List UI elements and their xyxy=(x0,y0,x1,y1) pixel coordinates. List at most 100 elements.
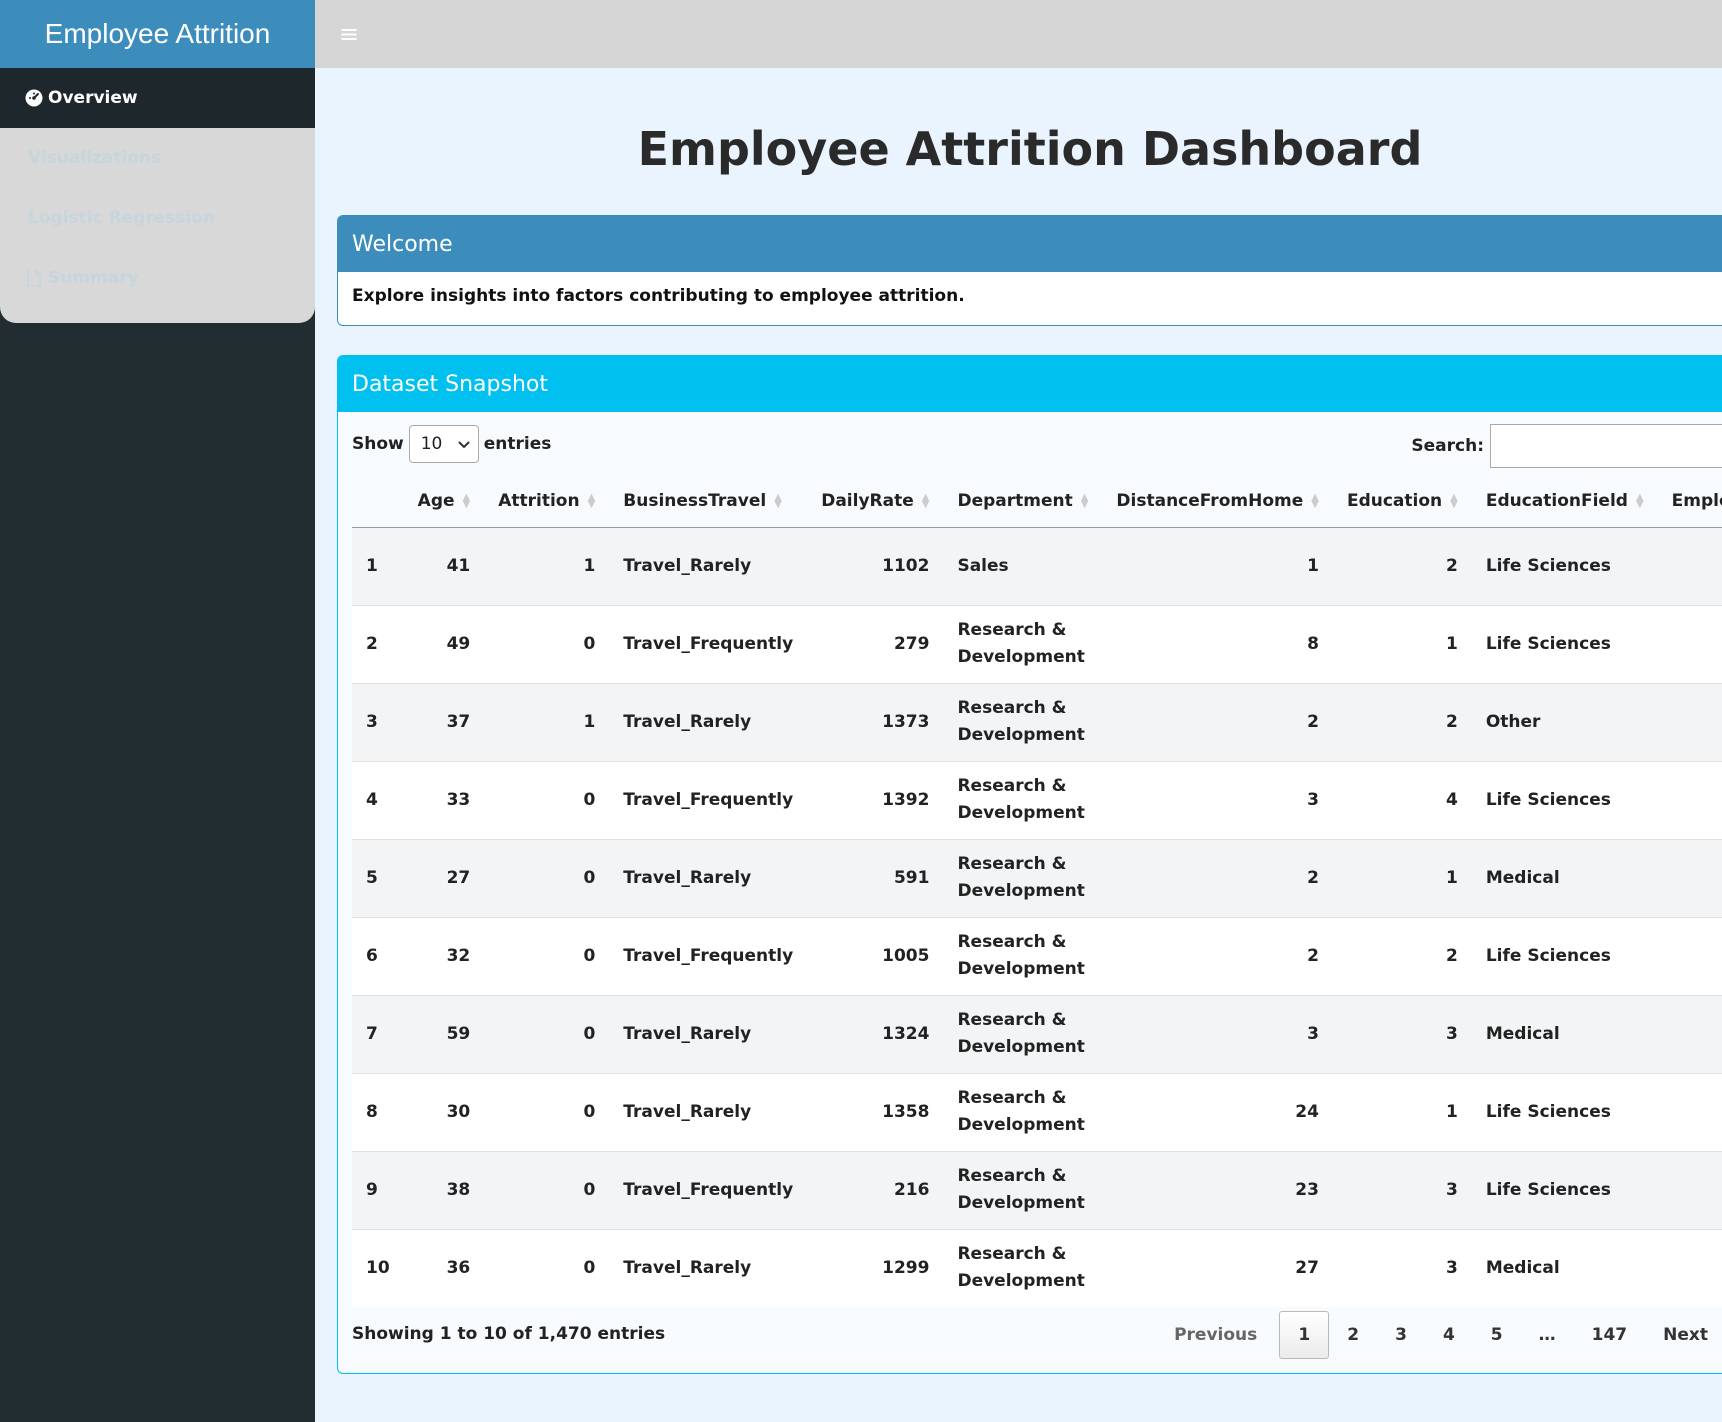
chevron-down-icon xyxy=(458,434,470,454)
table-cell: 23 xyxy=(1102,1150,1333,1229)
dataset-snapshot-header: Dataset Snapshot xyxy=(338,356,1722,412)
table-row[interactable]: 8 30 0 Travel_Rarely 1358 Research & Developm… xyxy=(352,1072,1722,1151)
page-button[interactable]: 1 xyxy=(1279,1311,1330,1359)
table-cell: 0 xyxy=(484,916,610,995)
table-cell: 1 xyxy=(1332,1072,1472,1151)
welcome-text: Explore insights into factors contributi… xyxy=(352,286,965,306)
table-row[interactable]: 2 49 0 Travel_Frequently 279 Research & Devel… xyxy=(352,604,1722,683)
table-row[interactable]: 7 59 0 Travel_Rarely 1324 Research & Developm… xyxy=(352,994,1722,1073)
table-cell: 2 xyxy=(1102,838,1333,917)
hamburger-menu-icon[interactable]: ≡ xyxy=(335,20,363,48)
table-cell: Travel_Rarely xyxy=(609,838,808,917)
sidebar-item-visualizations[interactable]: Visualizations xyxy=(0,128,315,188)
table-cell: 30 xyxy=(403,1072,485,1151)
column-header[interactable]: Age ▲ ▼ xyxy=(403,476,485,528)
page-button[interactable]: 2 xyxy=(1329,1311,1377,1359)
sort-icon: ▲ ▼ xyxy=(1450,492,1458,511)
search-input[interactable] xyxy=(1490,424,1722,468)
table-cell: 3 xyxy=(1332,1150,1472,1229)
app-brand[interactable]: Employee Attrition xyxy=(0,0,315,68)
table-cell xyxy=(1657,838,1722,917)
table-cell: 33 xyxy=(403,760,485,839)
entries-length-control: Show 10 entries xyxy=(352,425,551,463)
table-cell: 0 xyxy=(484,1228,610,1307)
column-header-label: EmployeeCou xyxy=(1671,491,1722,512)
table-row[interactable]: 4 33 0 Travel_Frequently 1392 Research & Deve… xyxy=(352,760,1722,839)
table-cell xyxy=(1657,682,1722,761)
page-button[interactable]: 4 xyxy=(1425,1311,1473,1359)
table-cell: 216 xyxy=(807,1150,944,1229)
entries-select[interactable]: 10 xyxy=(408,425,479,463)
column-header-label: Attrition xyxy=(498,491,580,512)
table-cell: 2 xyxy=(352,604,404,683)
sidebar-item-summary[interactable]: Summary xyxy=(0,248,315,308)
table-cell: Medical xyxy=(1471,1228,1658,1307)
table-row[interactable]: 6 32 0 Travel_Frequently 1005 Research & Deve… xyxy=(352,916,1722,995)
file-icon xyxy=(24,268,44,288)
table-cell: 8 xyxy=(1102,604,1333,683)
table-cell xyxy=(1657,760,1722,839)
sidebar-menu: Overview Visualizations Logistic Regress… xyxy=(0,68,315,323)
column-header[interactable]: EmployeeCou xyxy=(1657,476,1722,528)
table-cell: Life Sciences xyxy=(1471,526,1658,605)
table-cell: 37 xyxy=(403,682,485,761)
table-cell: 38 xyxy=(403,1150,485,1229)
table-cell: 59 xyxy=(403,994,485,1073)
column-header[interactable] xyxy=(352,476,404,528)
column-header[interactable]: DistanceFromHome ▲ ▼ xyxy=(1102,476,1333,528)
sidebar-item-logistic-regression[interactable]: Logistic Regression xyxy=(0,188,315,248)
welcome-box-header: Welcome xyxy=(338,216,1722,272)
column-header[interactable]: BusinessTravel ▲ ▼ xyxy=(609,476,808,528)
table-row[interactable]: 10 36 0 Travel_Rarely 1299 Research & Develop… xyxy=(352,1228,1722,1307)
column-header[interactable]: Department ▲ ▼ xyxy=(943,476,1103,528)
sidebar-item-label: Overview xyxy=(48,88,138,108)
table-row[interactable]: 5 27 0 Travel_Rarely 591 Research & Developme… xyxy=(352,838,1722,917)
sidebar-item-overview[interactable]: Overview xyxy=(0,68,315,128)
pagination: Previous 1 2 3 4 5 … 147 Next xyxy=(1156,1311,1722,1359)
table-cell xyxy=(1657,994,1722,1073)
table-row[interactable]: 1 41 1 Travel_Rarely 1102 Sales 1 2 Life Science… xyxy=(352,526,1722,605)
table-cell: 591 xyxy=(807,838,944,917)
search-label: Search: xyxy=(1411,436,1484,456)
table-row[interactable]: 3 37 1 Travel_Rarely 1373 Research & Developm… xyxy=(352,682,1722,761)
table-cell: Life Sciences xyxy=(1471,1150,1658,1229)
table-body: 1 41 1 Travel_Rarely 1102 Sales 1 2 Life Science… xyxy=(352,526,1722,1307)
column-header[interactable]: Attrition ▲ ▼ xyxy=(484,476,610,528)
table-cell: 32 xyxy=(403,916,485,995)
page-button[interactable]: 5 xyxy=(1473,1311,1521,1359)
table-cell: 3 xyxy=(1102,760,1333,839)
table-cell: Research & Development xyxy=(943,838,1103,917)
table-cell: 4 xyxy=(352,760,404,839)
table-cell: Travel_Rarely xyxy=(609,1072,808,1151)
table-cell: 1358 xyxy=(807,1072,944,1151)
table-cell: Medical xyxy=(1471,994,1658,1073)
sidebar-item-label: Logistic Regression xyxy=(28,208,216,228)
page-button[interactable]: 147 xyxy=(1574,1311,1646,1359)
sort-icon: ▲ ▼ xyxy=(1311,492,1319,511)
table-cell: Life Sciences xyxy=(1471,1072,1658,1151)
table-cell: 27 xyxy=(1102,1228,1333,1307)
previous-page-button[interactable]: Previous xyxy=(1156,1311,1279,1359)
column-header-label: DistanceFromHome xyxy=(1116,491,1304,512)
table-search: Search: xyxy=(1411,424,1722,468)
table-cell: 8 xyxy=(352,1072,404,1151)
next-page-button[interactable]: Next xyxy=(1645,1311,1722,1359)
table-cell: 3 xyxy=(1332,1228,1472,1307)
table-cell: Sales xyxy=(943,526,1103,605)
table-cell: 1324 xyxy=(807,994,944,1073)
table-cell: Research & Development xyxy=(943,604,1103,683)
table-cell: 7 xyxy=(352,994,404,1073)
column-header[interactable]: Education ▲ ▼ xyxy=(1332,476,1472,528)
table-cell xyxy=(1657,1150,1722,1229)
table-cell: 9 xyxy=(352,1150,404,1229)
column-header[interactable]: EducationField ▲ ▼ xyxy=(1471,476,1658,528)
column-header[interactable]: DailyRate ▲ ▼ xyxy=(807,476,944,528)
table-row[interactable]: 9 38 0 Travel_Frequently 216 Research & Devel… xyxy=(352,1150,1722,1229)
page-button[interactable]: 3 xyxy=(1377,1311,1425,1359)
dashboard-icon xyxy=(24,88,44,108)
entries-select-value: 10 xyxy=(420,434,443,454)
pagination-ellipsis: … xyxy=(1538,1325,1556,1345)
sort-icon: ▲ ▼ xyxy=(587,492,596,511)
table-cell: 4 xyxy=(1332,760,1472,839)
table-cell: Research & Development xyxy=(943,682,1103,761)
